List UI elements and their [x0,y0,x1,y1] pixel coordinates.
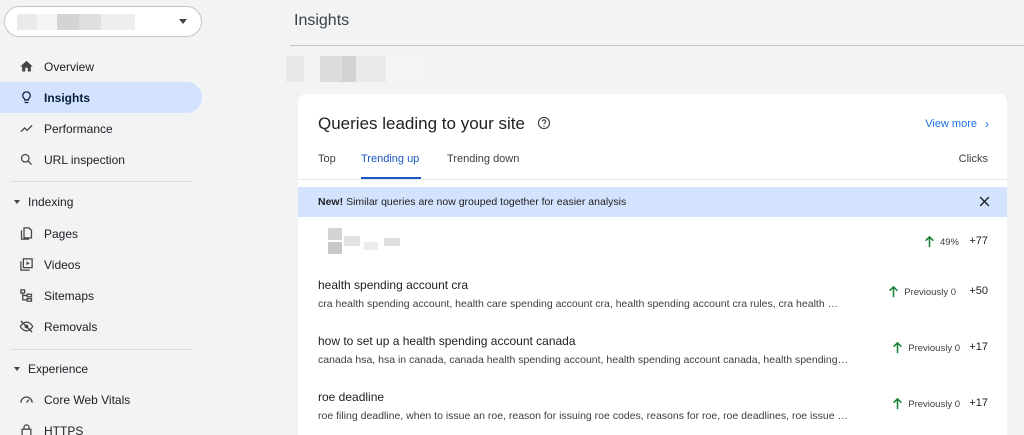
related-queries: canada hsa, hsa in canada, canada health… [318,354,849,366]
help-icon[interactable] [537,116,551,130]
caret-down-icon [179,19,187,24]
close-icon[interactable] [978,195,991,208]
section-experience[interactable]: Experience [0,357,88,381]
related-queries: cra health spending account, health care… [318,298,839,310]
trend-text: Previously 0 [908,342,960,354]
trend-indicator: Previously 0 [892,342,960,354]
arrow-up-icon [893,342,903,354]
sidebar-item-overview[interactable]: Overview [0,51,202,82]
banner-text: Similar queries are now grouped together… [346,196,627,208]
sidebar-item-label: HTTPS [44,423,84,435]
info-banner: New! Similar queries are now grouped tog… [298,187,1007,217]
sidebar-item-label: Core Web Vitals [44,392,131,407]
search-icon [18,152,34,168]
trend-indicator: Previously 0 [888,286,956,298]
section-title: Indexing [28,195,74,209]
sidebar-item-url-inspection[interactable]: URL inspection [0,144,202,175]
arrow-up-icon [893,398,903,410]
tab-trending-up[interactable]: Trending up [361,153,419,165]
sidebar: Overview Insights Performance URL inspec… [0,0,210,435]
home-icon [18,59,34,75]
query-row[interactable]: how to set up a health spending account … [298,334,1007,370]
sidebar-item-performance[interactable]: Performance [0,113,202,144]
queries-card: Queries leading to your site View more ›… [298,94,1007,435]
arrow-up-icon [889,286,899,298]
view-more-link[interactable]: View more › [925,117,989,131]
clicks-column-label: Clicks [958,153,988,165]
sidebar-item-label: Overview [44,59,95,74]
redacted-query [328,228,402,258]
trend-text: 49% [939,236,959,248]
collapse-triangle-icon [14,200,20,204]
gauge-icon [18,392,34,408]
video-icon [18,257,34,273]
sidebar-item-label: Sitemaps [44,288,95,303]
sidebar-divider [10,349,193,350]
sidebar-item-label: Videos [44,257,81,272]
sidebar-item-https[interactable]: HTTPS [0,415,202,435]
collapse-triangle-icon [14,367,20,371]
sidebar-item-removals[interactable]: Removals [0,311,202,342]
arrow-up-icon [925,236,934,248]
redacted-subtitle [286,56,428,82]
card-title: Queries leading to your site [318,114,525,133]
property-name-redacted [17,14,135,30]
query-text: health spending account cra [318,278,469,292]
sidebar-item-sitemaps[interactable]: Sitemaps [0,280,202,311]
query-row[interactable]: 49% +77 [298,228,1007,262]
query-row[interactable]: health spending account cra cra health s… [298,278,1007,314]
sidebar-item-label: Performance [44,121,113,136]
sidebar-divider [10,181,193,182]
sidebar-item-videos[interactable]: Videos [0,249,202,280]
eye-off-icon [18,319,34,335]
page-title: Insights [294,12,350,29]
tab-trending-down[interactable]: Trending down [447,153,519,165]
lock-icon [18,423,34,435]
clicks-delta: +17 [969,397,988,409]
related-queries: roe filing deadline, when to issue an ro… [318,410,848,422]
clicks-delta: +77 [969,235,988,247]
view-more-label: View more [925,118,977,130]
sidebar-item-label: Insights [44,90,91,105]
pages-icon [18,226,34,242]
sidebar-item-insights[interactable]: Insights [0,82,202,113]
query-row[interactable]: roe deadline roe filing deadline, when t… [298,390,1007,426]
clicks-delta: +17 [969,341,988,353]
sitemap-icon [18,288,34,304]
query-text: how to set up a health spending account … [318,334,576,348]
trend-indicator: 49% [924,236,959,248]
sidebar-item-label: URL inspection [44,152,125,167]
clicks-delta: +50 [969,285,988,297]
section-indexing[interactable]: Indexing [0,190,73,214]
section-title: Experience [28,362,89,376]
query-text: roe deadline [318,390,385,404]
trend-text: Previously 0 [908,398,960,410]
trend-text: Previously 0 [904,286,956,298]
sidebar-item-label: Pages [44,226,79,241]
sidebar-item-label: Removals [44,319,98,334]
header-divider [290,45,1024,46]
tabs-divider [298,179,1007,180]
banner-new-label: New! [318,196,344,208]
chevron-right-icon: › [985,117,989,131]
tab-top[interactable]: Top [318,153,336,165]
sidebar-item-pages[interactable]: Pages [0,218,202,249]
trending-up-icon [18,121,34,137]
lightbulb-icon [18,90,34,106]
sidebar-item-core-web-vitals[interactable]: Core Web Vitals [0,384,202,415]
property-selector[interactable] [4,6,202,37]
trend-indicator: Previously 0 [892,398,960,410]
